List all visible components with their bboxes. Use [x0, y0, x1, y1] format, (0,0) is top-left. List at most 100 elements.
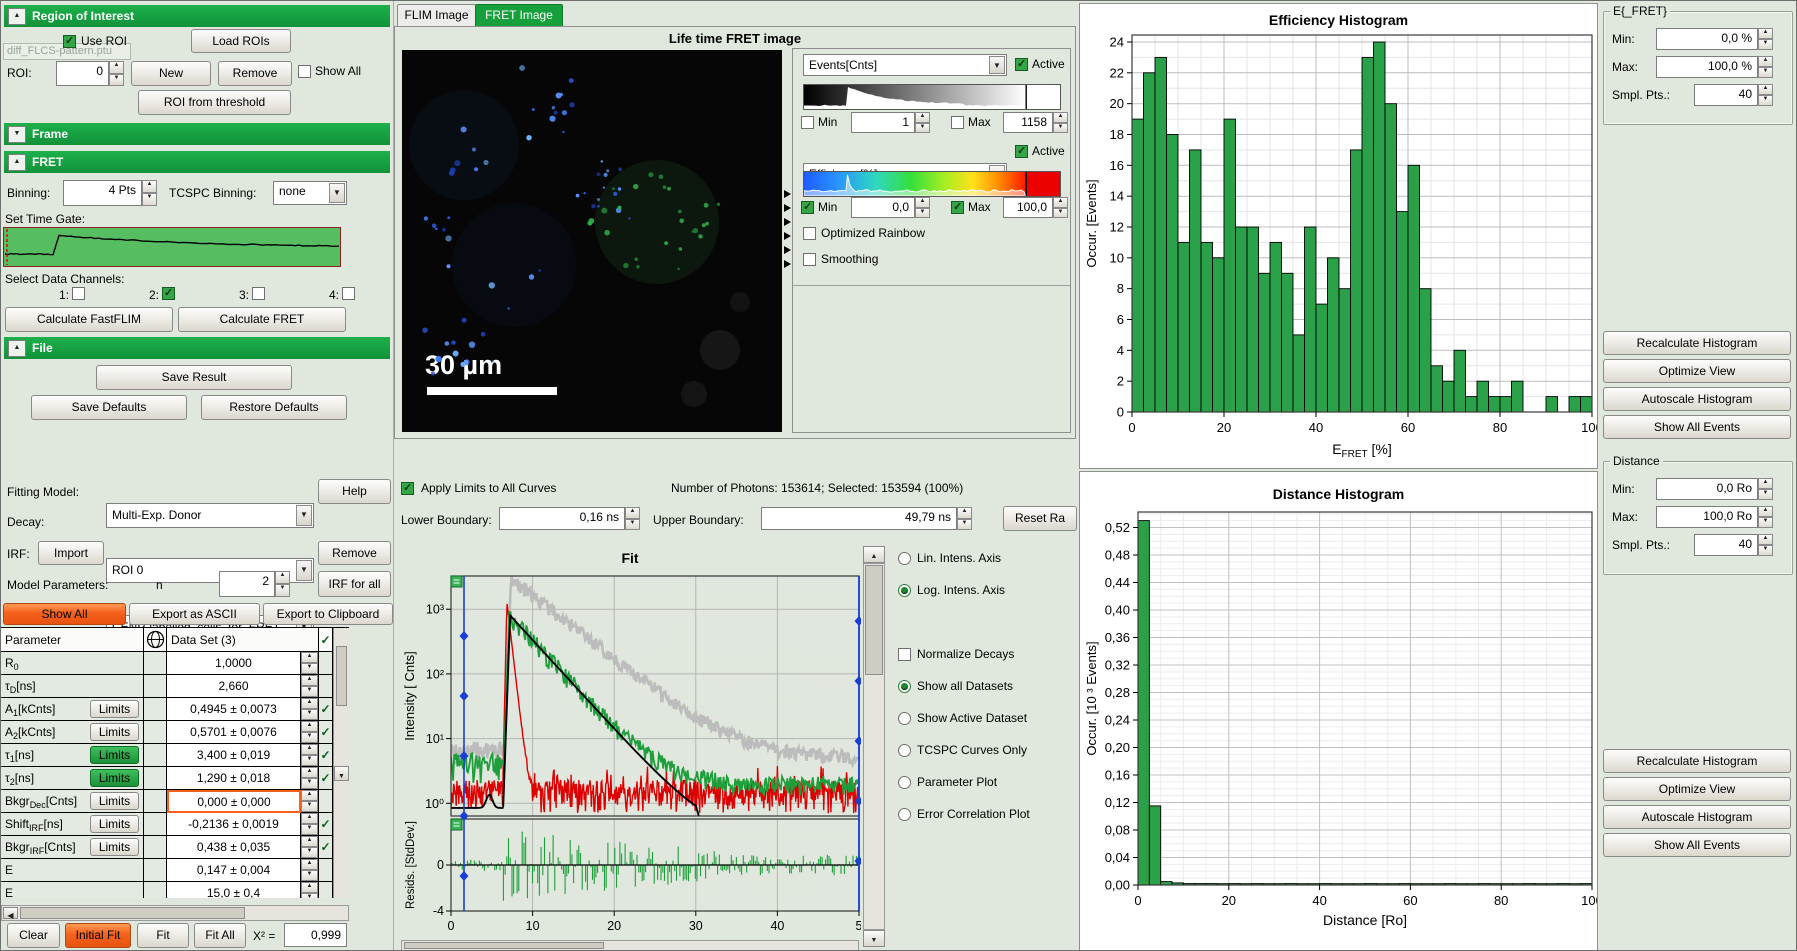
tcspc-binning-select[interactable]: none — [273, 181, 347, 205]
option-radio-parameter-plot[interactable] — [898, 776, 911, 789]
parameter-value[interactable]: 0,147 ± 0,004 — [167, 859, 301, 882]
autoscale-histogram-button[interactable]: Autoscale Histogram — [1603, 805, 1791, 829]
scroll-down-icon[interactable] — [863, 930, 885, 947]
events-max-input[interactable]: 1158 — [1003, 112, 1053, 133]
export-ascii-button[interactable]: Export as ASCII — [129, 603, 260, 625]
fitting-model-select[interactable]: Multi-Exp. Donor — [106, 503, 314, 528]
splitter-arrows[interactable] — [784, 187, 792, 307]
parameter-enabled-check[interactable]: ✓ — [319, 721, 333, 744]
events-min-checkbox[interactable] — [801, 116, 814, 129]
new-roi-button[interactable]: New — [131, 61, 211, 86]
roi-number-input[interactable]: 0 — [56, 61, 109, 86]
roi-from-threshold-button[interactable]: ROI from threshold — [138, 90, 291, 115]
value-spinner[interactable] — [301, 698, 318, 720]
value-spinner[interactable] — [301, 652, 318, 674]
distance-histogram[interactable]: 0,000,040,080,120,160,200,240,280,320,36… — [1080, 472, 1597, 951]
efficiency-max-checkbox[interactable] — [951, 201, 964, 214]
section-header-roi[interactable]: Region of Interest — [4, 5, 390, 27]
value-spinner[interactable] — [301, 836, 318, 858]
fret-image-canvas[interactable]: 30 µm — [402, 50, 782, 432]
show-all-events-button[interactable]: Show All Events — [1603, 833, 1791, 857]
scrollbar-thumb[interactable] — [20, 907, 245, 919]
max-spinner[interactable] — [1758, 506, 1773, 528]
table-vertical-scrollbar[interactable] — [333, 628, 349, 898]
parameter-value[interactable]: 0,4945 ± 0,0073 — [167, 698, 301, 721]
parameter-value[interactable]: 0,5701 ± 0,0076 — [167, 721, 301, 744]
section-header-file[interactable]: File — [4, 337, 390, 359]
recalculate-histogram-button[interactable]: Recalculate Histogram — [1603, 749, 1791, 773]
export-clipboard-button[interactable]: Export to Clipboard — [263, 603, 393, 625]
parameter-value[interactable]: 0,000 ± 0,000 — [167, 790, 301, 813]
fit-plot[interactable]: 10³10²10¹10⁰01020304050-4Intensity [ Cnt… — [401, 546, 861, 951]
value-spinner[interactable] — [301, 813, 318, 835]
irf-import-button[interactable]: Import — [38, 541, 104, 565]
events-max-spinner[interactable] — [1053, 112, 1068, 133]
table-horizontal-scrollbar[interactable] — [1, 905, 349, 921]
parameter-enabled-check[interactable] — [319, 882, 333, 898]
option-radio-lin-intens-axis[interactable] — [898, 552, 911, 565]
sample-points-input[interactable]: 40 — [1694, 84, 1758, 106]
parameter-value[interactable]: 0,438 ± 0,035 — [167, 836, 301, 859]
remove-roi-button[interactable]: Remove — [218, 61, 292, 86]
use-roi-checkbox[interactable] — [63, 35, 76, 48]
collapse-icon[interactable] — [8, 8, 26, 25]
section-header-fret[interactable]: FRET — [4, 151, 390, 173]
fit-button[interactable]: Fit — [137, 923, 189, 948]
limits-button[interactable]: Limits — [90, 838, 139, 856]
limits-button[interactable]: Limits — [90, 792, 139, 810]
optimize-view-button[interactable]: Optimize View — [1603, 359, 1791, 383]
clear-button[interactable]: Clear — [7, 923, 60, 948]
channel-checkbox[interactable] — [342, 287, 355, 300]
efficiency-min-checkbox[interactable] — [801, 201, 814, 214]
scrollbar-thumb[interactable] — [404, 942, 604, 949]
limits-button[interactable]: Limits — [90, 723, 139, 741]
scroll-left-icon[interactable] — [3, 907, 18, 919]
option-checkbox-normalize-decays[interactable] — [898, 648, 911, 661]
efficiency-max-input[interactable]: 100,0 — [1003, 197, 1053, 218]
n-input[interactable]: 2 — [219, 571, 275, 597]
reset-range-button[interactable]: Reset Ra — [1003, 506, 1077, 531]
autoscale-histogram-button[interactable]: Autoscale Histogram — [1603, 387, 1791, 411]
efficiency-min-spinner[interactable] — [915, 197, 930, 218]
limits-button[interactable]: Limits — [90, 769, 139, 787]
efficiency-active-checkbox[interactable] — [1015, 145, 1028, 158]
collapse-icon[interactable] — [8, 154, 26, 171]
parameter-enabled-check[interactable]: ✓ — [319, 836, 333, 859]
option-radio-error-correlation-plot[interactable] — [898, 808, 911, 821]
min-input[interactable]: 0,0 Ro — [1656, 478, 1758, 500]
limits-button[interactable]: Limits — [90, 700, 139, 718]
parameter-enabled-check[interactable] — [319, 790, 333, 813]
option-radio-log-intens-axis[interactable] — [898, 584, 911, 597]
channel-checkbox[interactable] — [252, 287, 265, 300]
show-all-rois-checkbox[interactable] — [298, 65, 311, 78]
parameter-enabled-check[interactable]: ✓ — [319, 767, 333, 790]
show-all-events-button[interactable]: Show All Events — [1603, 415, 1791, 439]
events-gradient-bar[interactable] — [803, 84, 1061, 110]
restore-defaults-button[interactable]: Restore Defaults — [201, 395, 347, 420]
channel-checkbox[interactable] — [72, 287, 85, 300]
scroll-up-icon[interactable] — [863, 546, 885, 563]
efficiency-min-input[interactable]: 0,0 — [851, 197, 915, 218]
parameter-value[interactable]: 3,400 ± 0,019 — [167, 744, 301, 767]
parameter-value[interactable]: 2,660 — [167, 675, 301, 698]
option-radio-show-active-dataset[interactable] — [898, 712, 911, 725]
parameter-enabled-check[interactable]: ✓ — [319, 698, 333, 721]
min-spinner[interactable] — [1758, 478, 1773, 500]
sample-points-spinner[interactable] — [1758, 534, 1773, 556]
fit-all-button[interactable]: Fit All — [194, 923, 246, 948]
calculate-fastflim-button[interactable]: Calculate FastFLIM — [5, 307, 173, 332]
option-radio-show-all-datasets[interactable] — [898, 680, 911, 693]
sample-points-input[interactable]: 40 — [1694, 534, 1758, 556]
load-rois-button[interactable]: Load ROIs — [191, 29, 291, 53]
n-spinner[interactable] — [275, 571, 290, 597]
show-all-params-button[interactable]: Show All — [3, 603, 126, 625]
max-input[interactable]: 100,0 Ro — [1656, 506, 1758, 528]
min-spinner[interactable] — [1758, 28, 1773, 50]
roi-spinner[interactable] — [109, 61, 124, 86]
limits-button[interactable]: Limits — [90, 815, 139, 833]
irf-for-all-button[interactable]: IRF for all — [318, 571, 391, 597]
efficiency-histogram[interactable]: 024681012141618202224020406080100Occur. … — [1080, 4, 1597, 468]
calculate-fret-button[interactable]: Calculate FRET — [178, 307, 346, 332]
events-min-input[interactable]: 1 — [851, 112, 915, 133]
min-input[interactable]: 0,0 % — [1656, 28, 1758, 50]
